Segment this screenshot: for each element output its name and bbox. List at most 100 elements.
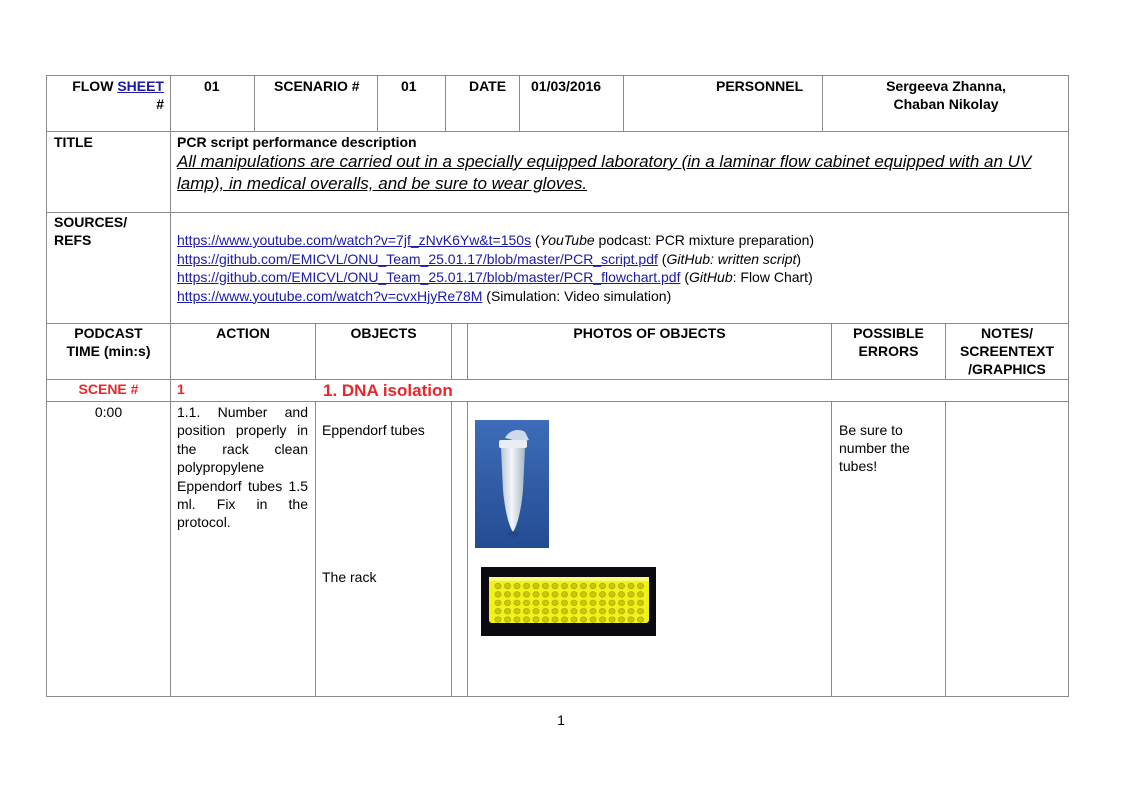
ref-link-youtube-simulation[interactable]: https://www.youtube.com/watch?v=cvxHjyRe… — [177, 288, 482, 304]
rack-hole — [570, 608, 578, 615]
sources-label: SOURCES/ REFS — [54, 213, 127, 249]
rack-hole — [637, 591, 644, 598]
col-notes-3: /GRAPHICS — [968, 361, 1046, 377]
rack-hole — [580, 582, 587, 590]
rack-hole — [551, 591, 559, 598]
date-value: 01/03/2016 — [531, 78, 602, 94]
title-description: All manipulations are carried out in a s… — [177, 152, 1032, 193]
flow-sheet-label: FLOW SHEET # — [52, 77, 164, 113]
rack-hole — [494, 608, 502, 615]
rack-hole — [570, 599, 578, 606]
row-action: 1.1. Number and position properly in the… — [177, 404, 308, 531]
rack-hole — [627, 599, 635, 606]
rack-hole — [542, 591, 549, 598]
row-object-1: Eppendorf tubes — [322, 422, 425, 438]
flow-sheet-prefix: FLOW — [72, 78, 114, 94]
rack-photo — [481, 567, 656, 636]
scene-title: 1. DNA isolation — [323, 381, 453, 400]
rack-hole — [494, 599, 502, 606]
rack-svg — [481, 567, 656, 636]
ref-em: GitHub: written script — [666, 250, 797, 267]
rack-hole — [504, 616, 511, 623]
eppendorf-tube-photo — [475, 420, 549, 548]
ref-line-4: https://www.youtube.com/watch?v=cvxHjyRe… — [177, 287, 671, 306]
rack-hole — [599, 599, 606, 606]
ref-line-2: https://github.com/EMICVL/ONU_Team_25.01… — [177, 250, 801, 269]
rack-hole — [532, 599, 540, 606]
personnel-name-2: Chaban Nikolay — [893, 96, 999, 112]
rack-hole — [561, 608, 568, 615]
personnel-name-1: Sergeeva Zhanna, — [886, 78, 1006, 94]
rack-hole — [513, 599, 521, 606]
ref-post: ) — [796, 250, 802, 267]
rack-hole — [618, 616, 625, 623]
flow-sheet-value: 01 — [204, 78, 220, 94]
rack-hole — [504, 599, 511, 606]
col-errors-2: ERRORS — [858, 343, 919, 359]
rack-hole — [637, 616, 644, 623]
rack-hole — [618, 582, 625, 590]
rack-hole — [561, 599, 568, 606]
ref-line-1: https://www.youtube.com/watch?v=7jf_zNvK… — [177, 231, 814, 250]
rack-hole — [504, 591, 511, 598]
rack-hole — [589, 599, 597, 606]
ref-em: GitHub — [689, 269, 733, 285]
rack-hole — [532, 582, 540, 590]
rack-hole — [599, 616, 606, 623]
ref-em: YouTube — [539, 232, 595, 248]
rack-hole — [551, 608, 559, 615]
rack-hole — [599, 591, 606, 598]
rack-hole — [551, 582, 559, 590]
flow-sheet-hash: # — [156, 96, 164, 112]
rack-hole — [580, 591, 587, 598]
ref-link-github-flowchart[interactable]: https://github.com/EMICVL/ONU_Team_25.01… — [177, 269, 680, 285]
rack-hole — [513, 591, 521, 598]
rack-hole — [627, 591, 635, 598]
col-notes-2: SCREENTEXT — [959, 343, 1055, 359]
rack-hole — [627, 582, 635, 590]
scene-label: SCENE # — [78, 381, 139, 397]
rack-hole — [494, 582, 502, 590]
ref-link-youtube-podcast[interactable]: https://www.youtube.com/watch?v=7jf_zNvK… — [177, 232, 531, 248]
rack-hole — [561, 582, 568, 590]
rack-hole — [513, 582, 521, 590]
rack-hole — [608, 591, 616, 598]
col-podcast-time-2: TIME (min:s) — [66, 343, 151, 359]
flow-sheet-link[interactable]: SHEET — [117, 78, 164, 94]
personnel-label: PERSONNEL — [716, 78, 804, 94]
rack-hole — [618, 599, 625, 606]
col-notes-1: NOTES/ — [980, 325, 1034, 341]
rack-hole — [580, 599, 587, 606]
col-errors-1: POSSIBLE — [853, 325, 924, 341]
sources-label-1: SOURCES/ — [54, 214, 128, 230]
rack-hole — [504, 608, 511, 615]
title-label: TITLE — [54, 134, 93, 150]
rack-hole — [637, 608, 644, 615]
rack-hole — [494, 591, 502, 598]
ref-link-github-script[interactable]: https://github.com/EMICVL/ONU_Team_25.01… — [177, 251, 658, 267]
rack-hole — [523, 599, 530, 606]
rack-hole — [608, 608, 616, 615]
rack-hole — [513, 608, 521, 615]
rack-hole — [542, 608, 549, 615]
rack-hole — [589, 591, 597, 598]
rack-hole — [637, 599, 644, 606]
ref-post: : Flow Chart) — [732, 269, 813, 285]
rack-hole — [627, 608, 635, 615]
scenario-value: 01 — [401, 78, 417, 94]
rack-hole — [589, 582, 597, 590]
rack-hole — [580, 608, 587, 615]
eppendorf-tube-svg — [475, 420, 549, 548]
rack-hole — [618, 591, 625, 598]
rack-hole — [523, 591, 530, 598]
sources-label-2: REFS — [54, 232, 92, 248]
ref-pre: ( — [531, 232, 540, 248]
rack-hole — [608, 616, 616, 623]
rack-hole — [532, 591, 540, 598]
rack-hole — [551, 599, 559, 606]
row-time: 0:00 — [94, 404, 123, 420]
rack-hole — [523, 608, 530, 615]
page-number: 1 — [557, 712, 565, 728]
rack-hole — [580, 616, 587, 623]
rack-hole — [551, 616, 559, 623]
